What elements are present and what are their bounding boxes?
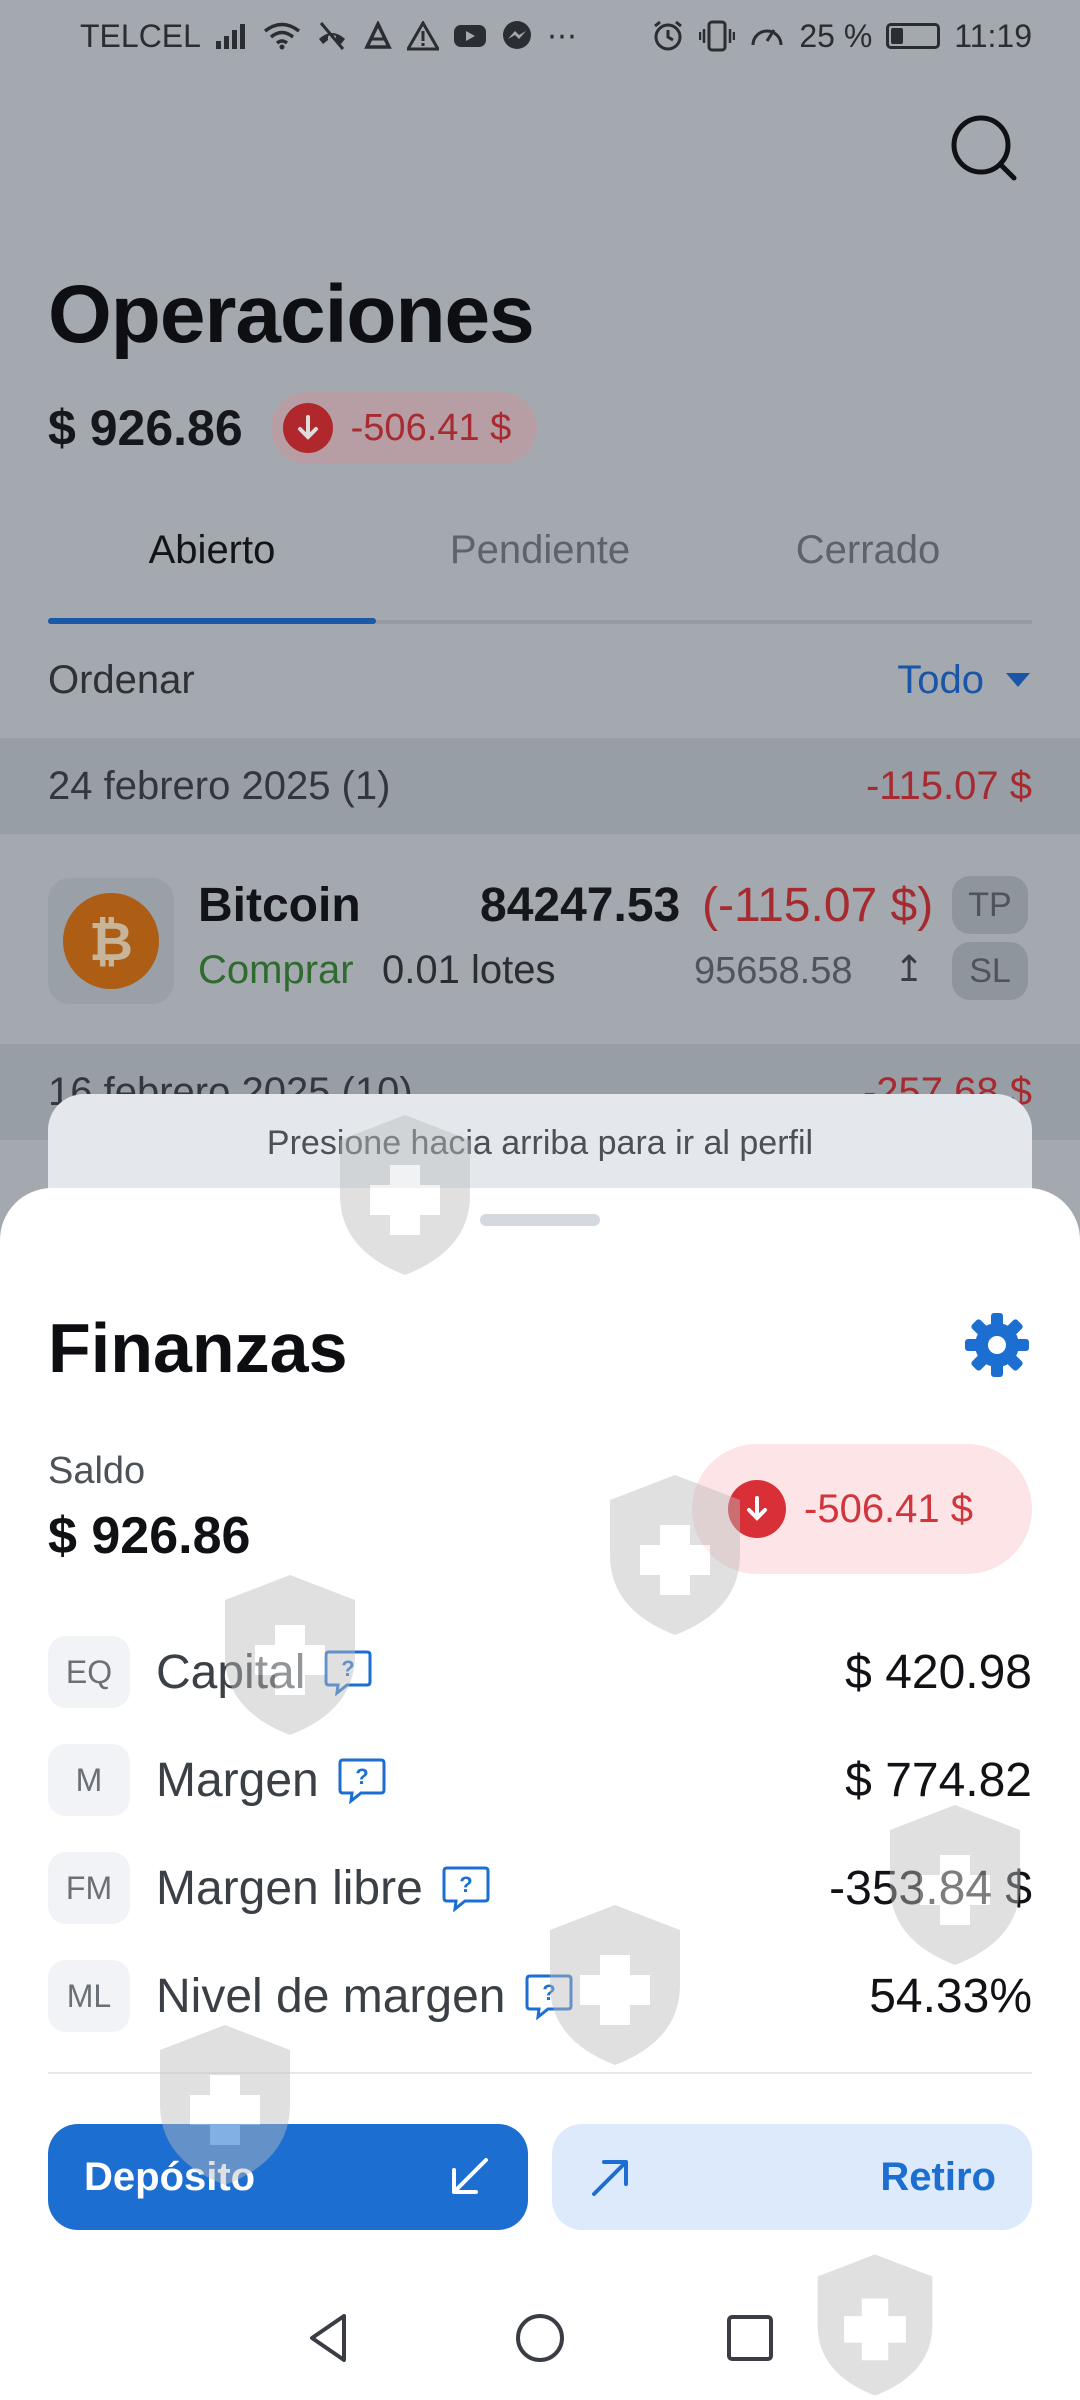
balance-value: $ 926.86 xyxy=(48,1507,251,1565)
trade-open-price: 84247.53 xyxy=(480,879,681,932)
deposit-label: Depósito xyxy=(84,2154,256,2199)
finance-row-margin-level: ML Nivel de margen ? 54.33% xyxy=(48,1956,1032,2036)
balance-label: Saldo xyxy=(48,1450,146,1492)
back-icon[interactable] xyxy=(300,2308,360,2368)
finance-label: Margen xyxy=(156,1753,319,1807)
status-bar: TELCEL ⋯ 25 % 11:19 xyxy=(0,0,1080,72)
finance-label: Capital xyxy=(156,1645,306,1699)
finance-row-free-margin: FM Margen libre ? -353.84 $ xyxy=(48,1848,1032,1928)
no-call-icon xyxy=(318,22,345,50)
withdraw-button[interactable]: Retiro xyxy=(552,2124,1032,2230)
finance-badge: M xyxy=(48,1744,130,1816)
header-balance: $ 926.86 xyxy=(48,400,243,456)
stop-loss-button[interactable]: SL xyxy=(952,942,1028,1000)
trade-row[interactable]: ₿ Bitcoin 84247.53 (-115.07 $) Comprar 0… xyxy=(48,856,1032,1006)
withdraw-label: Retiro xyxy=(880,2154,996,2199)
youtube-icon xyxy=(453,25,486,47)
finance-badge: ML xyxy=(48,1960,130,2032)
finance-value: $ 420.98 xyxy=(845,1645,1032,1699)
finance-row-capital: EQ Capital ? $ 420.98 xyxy=(48,1632,1032,1712)
help-icon[interactable]: ? xyxy=(524,1972,574,2020)
system-nav-bar xyxy=(0,2290,1080,2386)
take-profit-button[interactable]: TP xyxy=(952,876,1028,934)
signal-icon xyxy=(215,24,245,49)
svg-text:?: ? xyxy=(342,1656,355,1681)
help-icon[interactable]: ? xyxy=(441,1864,491,1912)
app-icon xyxy=(364,21,392,49)
trade-current-price: 95658.58 xyxy=(694,950,853,992)
arrow-down-left-icon xyxy=(452,2158,488,2194)
warning-icon xyxy=(406,21,439,51)
group-pnl: -115.07 $ xyxy=(865,763,1032,808)
arrow-up-right-icon xyxy=(592,2160,628,2196)
trade-symbol: Bitcoin xyxy=(198,879,361,932)
battery-icon xyxy=(886,23,941,49)
header-pnl-badge: -506.41 $ xyxy=(270,392,538,464)
trade-side: Comprar xyxy=(198,948,354,992)
trade-pnl: (-115.07 $) xyxy=(702,879,934,932)
finance-row-margin: M Margen ? $ 774.82 xyxy=(48,1740,1032,1820)
filter-dropdown[interactable]: Todo xyxy=(897,658,1032,703)
finance-sheet: Finanzas Saldo $ 926.86 -506.41 $ EQ Cap… xyxy=(0,1188,1080,2400)
svg-text:?: ? xyxy=(355,1764,368,1789)
sort-label: Ordenar xyxy=(48,657,195,702)
page-title: Operaciones xyxy=(48,269,535,360)
header-pnl-value: -506.41 $ xyxy=(350,406,512,449)
carrier-label: TELCEL xyxy=(80,17,201,54)
wifi-icon xyxy=(263,22,300,50)
group-header: 24 febrero 2025 (1) -115.07 $ xyxy=(0,738,1080,834)
divider xyxy=(48,2072,1032,2074)
help-icon[interactable]: ? xyxy=(323,1648,373,1696)
finance-label: Margen libre xyxy=(156,1861,423,1915)
arrow-up-icon: ↥ xyxy=(894,948,925,989)
finance-badge: EQ xyxy=(48,1636,130,1708)
finance-label: Nivel de margen xyxy=(156,1969,506,2023)
vibrate-icon xyxy=(699,20,736,52)
svg-text:?: ? xyxy=(459,1872,472,1897)
messenger-icon xyxy=(502,21,531,49)
tab-pendiente[interactable]: Pendiente xyxy=(376,512,704,620)
finance-value: -353.84 $ xyxy=(829,1861,1032,1915)
finance-value: 54.33% xyxy=(869,1969,1032,2023)
svg-text:?: ? xyxy=(542,1980,555,2005)
clock: 11:19 xyxy=(954,17,1032,54)
trade-lots: 0.01 lotes xyxy=(382,948,556,992)
filter-value: Todo xyxy=(897,657,984,702)
tab-bar: Abierto Pendiente Cerrado xyxy=(48,512,1032,624)
more-icon: ⋯ xyxy=(546,19,577,53)
sheet-handle[interactable] xyxy=(480,1214,600,1226)
finance-value: $ 774.82 xyxy=(845,1753,1032,1807)
deposit-button[interactable]: Depósito xyxy=(48,2124,528,2230)
bitcoin-icon: ₿ xyxy=(48,878,174,1004)
battery-percent: 25 % xyxy=(799,17,873,54)
help-icon[interactable]: ? xyxy=(337,1756,387,1804)
sort-row: Ordenar Todo xyxy=(48,640,1032,720)
pnl-value: -506.41 $ xyxy=(804,1486,974,1531)
caret-down-icon xyxy=(1006,673,1030,687)
home-icon[interactable] xyxy=(510,2308,570,2368)
group-date: 24 febrero 2025 (1) xyxy=(48,763,391,808)
gear-icon[interactable] xyxy=(962,1310,1032,1380)
arrow-down-icon xyxy=(728,1480,786,1538)
search-icon[interactable] xyxy=(948,112,1024,188)
pnl-badge: -506.41 $ xyxy=(692,1444,1032,1574)
alarm-icon xyxy=(654,20,683,51)
tab-cerrado[interactable]: Cerrado xyxy=(704,512,1032,620)
speed-icon xyxy=(751,29,783,46)
header-balance-row: $ 926.86 -506.41 $ xyxy=(48,392,538,464)
arrow-down-icon xyxy=(282,403,333,453)
finance-badge: FM xyxy=(48,1852,130,1924)
tab-abierto[interactable]: Abierto xyxy=(48,512,376,624)
sheet-title: Finanzas xyxy=(48,1309,348,1387)
recents-icon[interactable] xyxy=(720,2308,780,2368)
